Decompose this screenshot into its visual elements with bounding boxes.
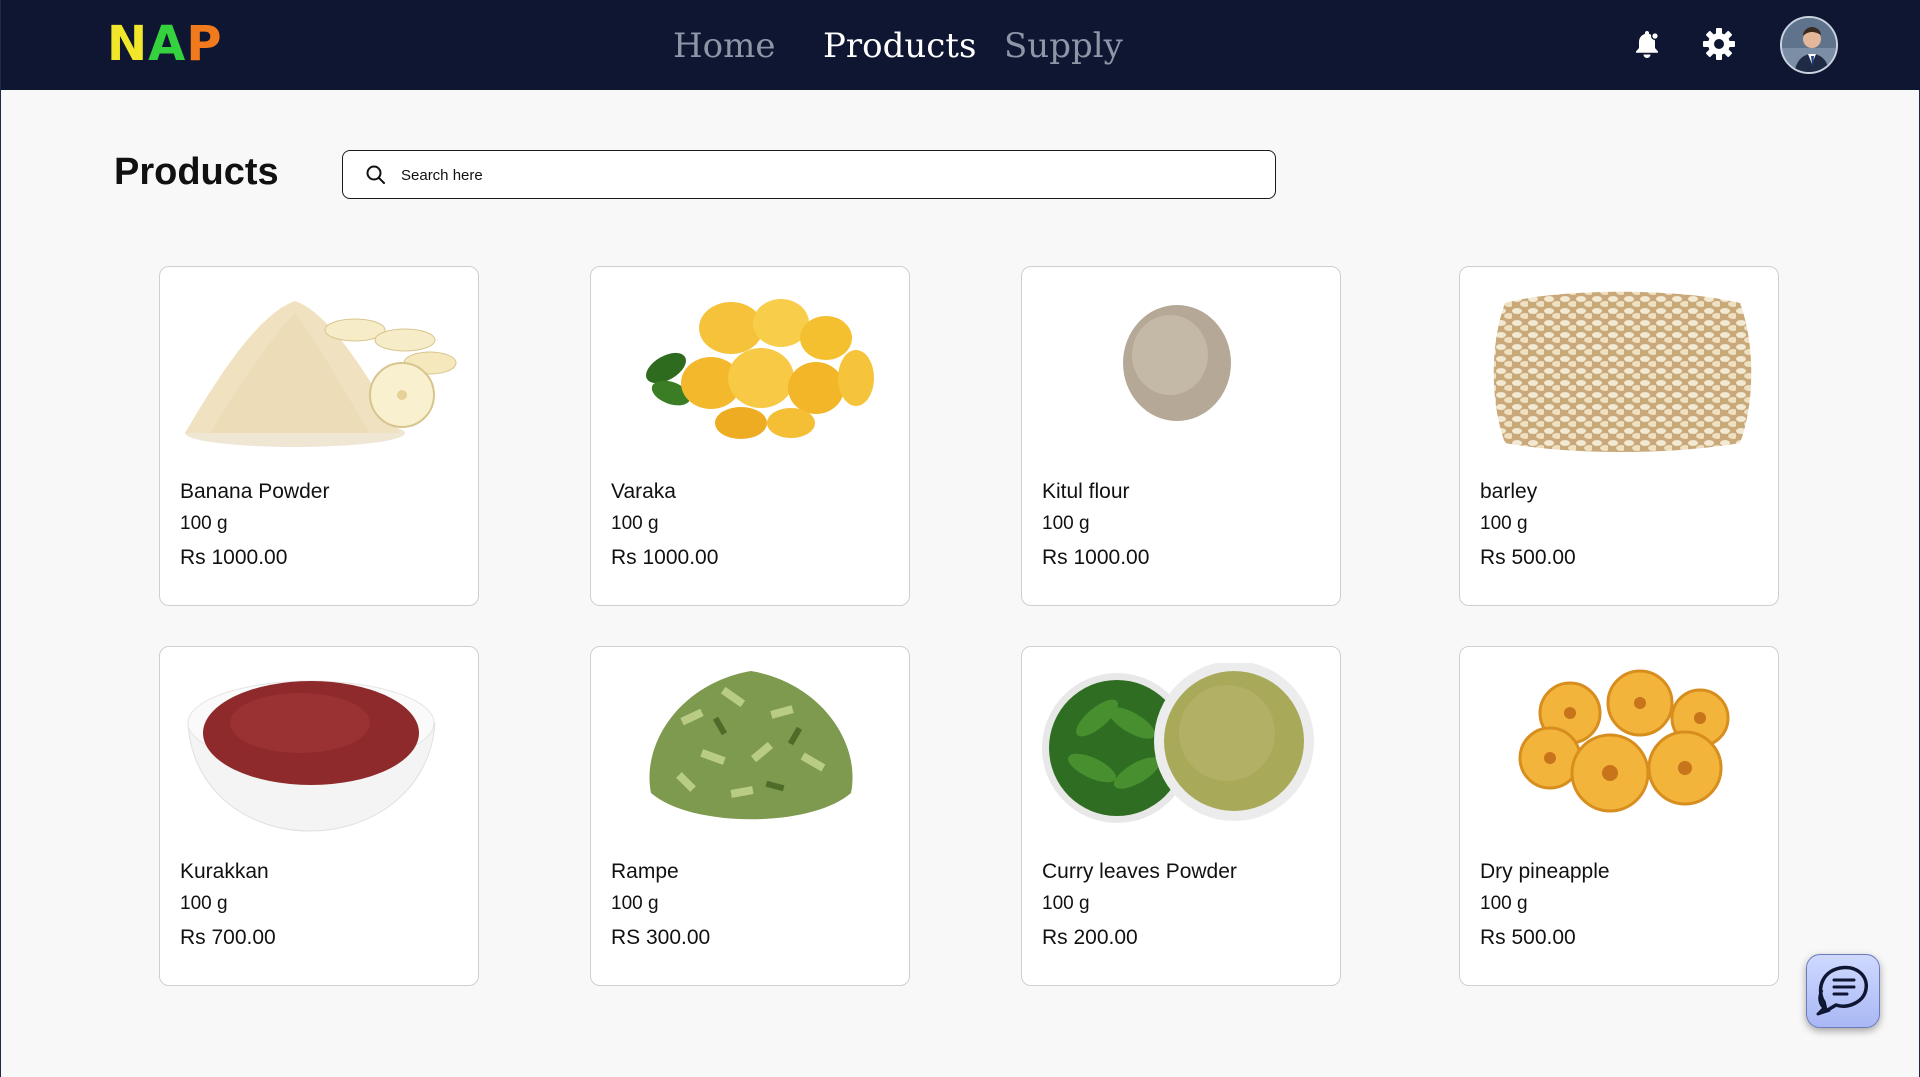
dry-pineapple-image: [1480, 663, 1760, 833]
logo-letter-p: P: [186, 16, 223, 72]
product-name: Curry leaves Powder: [1042, 860, 1237, 883]
chat-button[interactable]: [1806, 954, 1880, 1028]
nav-home-link[interactable]: Home: [673, 26, 775, 66]
product-card[interactable]: Varaka 100 g Rs 1000.00: [590, 266, 910, 606]
product-price: Rs 1000.00: [611, 546, 719, 569]
top-navbar: NAP Home Products Supply: [1, 0, 1920, 90]
product-name: Rampe: [611, 860, 679, 883]
avatar[interactable]: [1780, 16, 1838, 74]
product-quantity: 100 g: [611, 513, 659, 534]
product-quantity: 100 g: [1480, 893, 1528, 914]
product-name: Dry pineapple: [1480, 860, 1610, 883]
logo-letter-a: A: [148, 16, 187, 72]
product-card[interactable]: Banana Powder 100 g Rs 1000.00: [159, 266, 479, 606]
nap-logo[interactable]: NAP: [107, 20, 223, 68]
product-name: Kitul flour: [1042, 480, 1130, 503]
varaka-image: [611, 283, 891, 453]
product-quantity: 100 g: [180, 513, 228, 534]
product-quantity: 100 g: [1042, 513, 1090, 534]
product-price: Rs 500.00: [1480, 546, 1576, 569]
product-price: Rs 1000.00: [1042, 546, 1150, 569]
gear-icon[interactable]: [1701, 26, 1737, 62]
product-quantity: 100 g: [1480, 513, 1528, 534]
logo-letter-n: N: [107, 16, 149, 72]
product-card[interactable]: Rampe 100 g RS 300.00: [590, 646, 910, 986]
kurakkan-image: [180, 663, 460, 833]
page-title: Products: [114, 151, 279, 193]
product-quantity: 100 g: [611, 893, 659, 914]
product-price: RS 300.00: [611, 926, 711, 949]
product-name: Kurakkan: [180, 860, 269, 883]
product-card[interactable]: Curry leaves Powder 100 g Rs 200.00: [1021, 646, 1341, 986]
search-input[interactable]: [401, 159, 1241, 191]
product-card[interactable]: barley 100 g Rs 500.00: [1459, 266, 1779, 606]
product-name: barley: [1480, 480, 1538, 503]
search-icon[interactable]: [365, 164, 387, 191]
product-price: Rs 1000.00: [180, 546, 288, 569]
product-card[interactable]: Kurakkan 100 g Rs 700.00: [159, 646, 479, 986]
chat-bubble-icon: [1814, 960, 1872, 1023]
nav-supply-link[interactable]: Supply: [1004, 26, 1123, 66]
nav-products-link[interactable]: Products: [823, 26, 976, 66]
product-name: Varaka: [611, 480, 676, 503]
product-card[interactable]: Dry pineapple 100 g Rs 500.00: [1459, 646, 1779, 986]
barley-image: [1480, 283, 1760, 453]
banana-powder-image: [180, 283, 460, 453]
product-price: Rs 200.00: [1042, 926, 1138, 949]
product-name: Banana Powder: [180, 480, 330, 503]
product-price: Rs 700.00: [180, 926, 276, 949]
curry-leaves-powder-image: [1042, 663, 1322, 833]
product-card[interactable]: Kitul flour 100 g Rs 1000.00: [1021, 266, 1341, 606]
product-quantity: 100 g: [180, 893, 228, 914]
kitul-flour-image: [1042, 283, 1322, 453]
rampe-image: [611, 663, 891, 833]
product-price: Rs 500.00: [1480, 926, 1576, 949]
search-bar[interactable]: [342, 150, 1276, 199]
product-quantity: 100 g: [1042, 893, 1090, 914]
bell-icon[interactable]: [1629, 26, 1665, 62]
